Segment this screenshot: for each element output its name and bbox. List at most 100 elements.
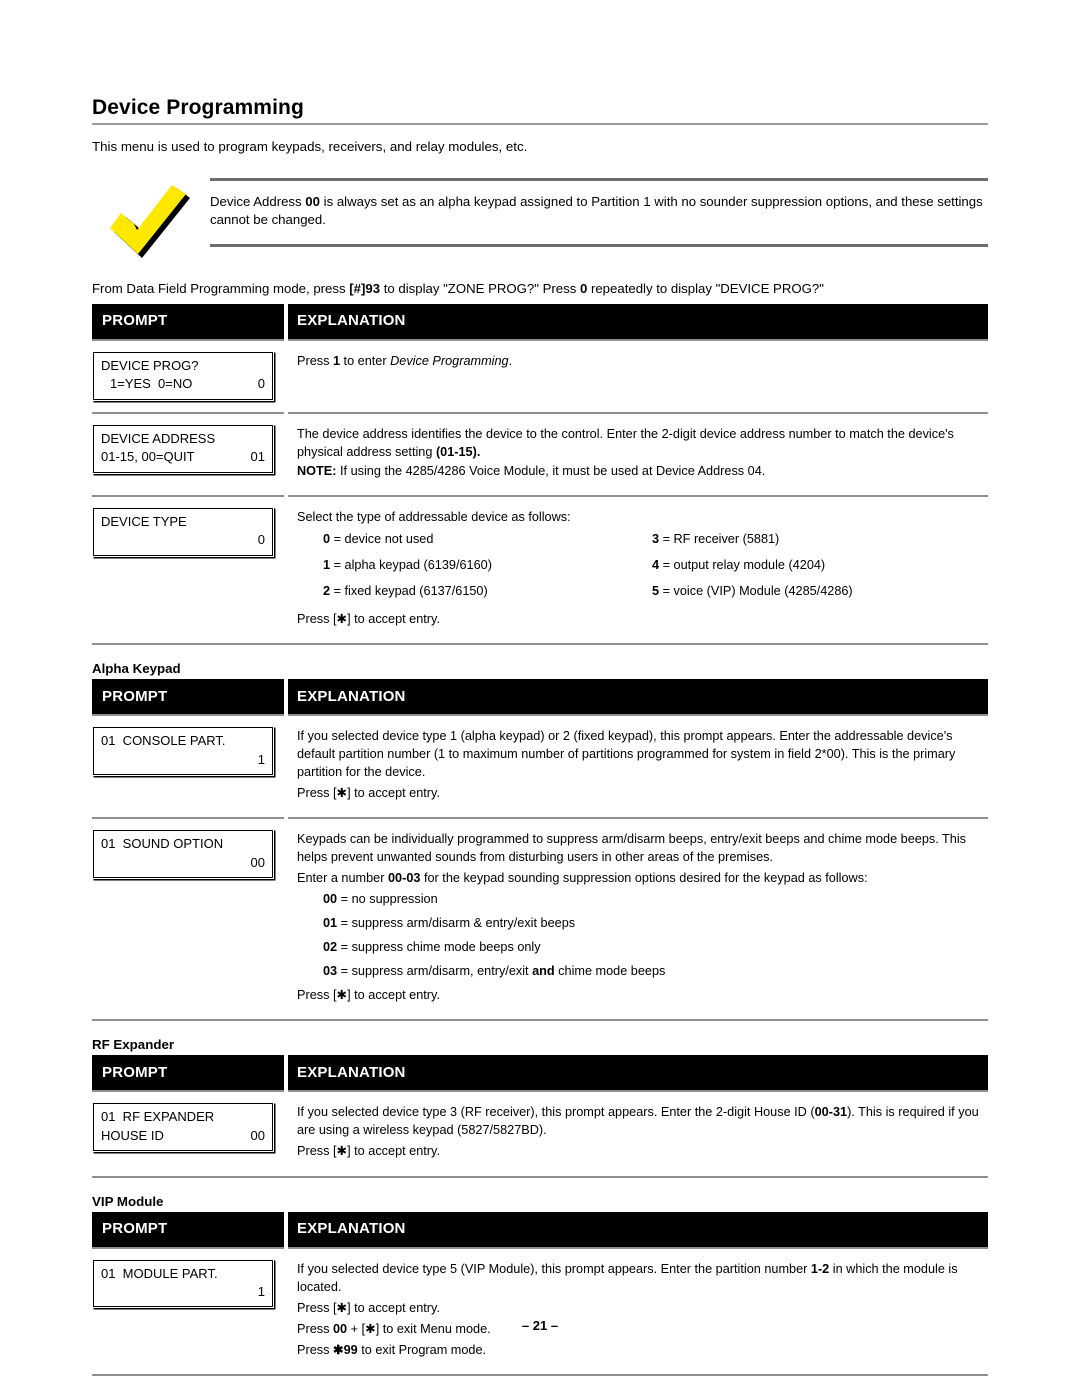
note-callout-body: Device Address 00 is always set as an al…: [210, 178, 988, 247]
lcd-text-left: HOUSE ID: [101, 1127, 164, 1143]
lcd-line: 1=YES 0=NO 0: [101, 375, 265, 393]
prompt-cell: 01 MODULE PART. 1: [92, 1246, 284, 1376]
lcd-text-left: 01 CONSOLE PART.: [101, 733, 226, 749]
explanation-cell: If you selected device type 3 (RF receiv…: [288, 1090, 988, 1178]
lcd-line: 00: [101, 854, 265, 872]
lcd-text-right: 00: [250, 1127, 265, 1143]
lcd-text-left: 1=YES 0=NO: [110, 376, 193, 392]
list-item: 00 = no suppression: [323, 892, 438, 907]
explanation-cell: If you selected device type 5 (VIP Modul…: [288, 1246, 988, 1376]
column-header-explanation: EXPLANATION: [288, 1211, 988, 1248]
lead-in-line: From Data Field Programming mode, press …: [92, 281, 824, 297]
lcd-line: 01-15, 00=QUIT 01: [101, 448, 265, 466]
lcd-prompt-box: DEVICE PROG? 1=YES 0=NO 0: [93, 351, 273, 400]
column-header-prompt: PROMPT: [92, 1211, 284, 1248]
list-item: 1 = alpha keypad (6139/6160): [323, 557, 492, 572]
page-title: Device Programming: [92, 0, 988, 126]
list-item: 03 = suppress arm/disarm, entry/exit and…: [323, 964, 666, 979]
column-header-prompt: PROMPT: [92, 679, 284, 716]
explanation-paragraph: If you selected device type 3 (RF receiv…: [297, 1105, 979, 1138]
column-header-prompt: PROMPT: [92, 1055, 284, 1092]
explanation-cell: Keypads can be individually programmed t…: [288, 817, 988, 1022]
table-row: DEVICE TYPE 0 Select the type of address…: [92, 494, 988, 646]
lcd-prompt-box: 01 MODULE PART. 1: [93, 1259, 273, 1308]
table-row: DEVICE ADDRESS 01-15, 00=QUIT 01 The devi…: [92, 411, 988, 496]
lcd-text-right: 1: [257, 751, 265, 767]
column-header-explanation: EXPLANATION: [288, 1055, 988, 1092]
lcd-text-left: 01 MODULE PART.: [101, 1265, 218, 1281]
prompt-cell: DEVICE ADDRESS 01-15, 00=QUIT 01: [92, 411, 284, 496]
lcd-text-left: DEVICE PROG?: [101, 357, 199, 373]
device-type-options: 0 = device not used 1 = alpha keypad (61…: [297, 530, 987, 608]
lcd-text-left: 01 RF EXPANDER: [101, 1109, 215, 1125]
vip-module-table: PROMPT EXPLANATION 01 MODULE PART. 1 If …: [92, 1211, 988, 1376]
table-row: 01 RF EXPANDER HOUSE ID 00 If you selecte…: [92, 1090, 988, 1178]
explanation-cell: If you selected device type 1 (alpha key…: [288, 714, 988, 819]
table-row: 01 MODULE PART. 1 If you selected device…: [92, 1246, 988, 1376]
lcd-text-left: 01 SOUND OPTION: [101, 836, 224, 852]
lcd-text-left: DEVICE TYPE: [101, 513, 187, 529]
lcd-line: DEVICE TYPE: [101, 513, 265, 531]
explanation-cell: Select the type of addressable device as…: [288, 494, 988, 646]
lcd-text-left: 01-15, 00=QUIT: [101, 449, 195, 465]
lcd-text-right: 0: [257, 376, 265, 392]
lcd-line: 0: [101, 531, 265, 549]
device-prog-table: PROMPT EXPLANATION DEVICE PROG? 1=YES 0=…: [92, 303, 988, 646]
lcd-line: 01 SOUND OPTION: [101, 835, 265, 853]
explanation-paragraph: Enter a number 00-03 for the keypad soun…: [297, 871, 868, 886]
checkmark-icon: [92, 178, 210, 262]
device-type-options-left: 0 = device not used 1 = alpha keypad (61…: [297, 530, 642, 608]
explanation-paragraph: Keypads can be individually programmed t…: [297, 832, 967, 865]
explanation-paragraph: Press 1 to enter Device Programming.: [297, 353, 513, 368]
rf-expander-table: PROMPT EXPLANATION 01 RF EXPANDER HOUSE …: [92, 1055, 988, 1178]
lcd-text-right: 01: [250, 449, 265, 465]
accept-entry-instruction: Press [✱] to accept entry.: [297, 1300, 440, 1315]
note-callout: Device Address 00 is always set as an al…: [92, 178, 988, 262]
accept-entry-instruction: Press [✱] to accept entry.: [297, 988, 440, 1003]
lcd-line: 1: [101, 1283, 265, 1301]
prompt-cell: 01 CONSOLE PART. 1: [92, 714, 284, 819]
explanation-paragraph: If you selected device type 5 (VIP Modul…: [297, 1261, 958, 1294]
lcd-prompt-box: DEVICE TYPE 0: [93, 507, 273, 556]
explanation-paragraph: The device address identifies the device…: [297, 426, 954, 459]
table-header-row: PROMPT EXPLANATION: [92, 679, 988, 716]
lcd-line: DEVICE PROG?: [101, 357, 265, 375]
column-header-prompt: PROMPT: [92, 303, 284, 340]
section-label-alpha-keypad: Alpha Keypad: [92, 661, 181, 677]
list-item: 4 = output relay module (4204): [652, 557, 826, 572]
lcd-line: 01 RF EXPANDER: [101, 1108, 265, 1126]
sound-option-list: 00 = no suppression 01 = suppress arm/di…: [297, 890, 987, 980]
explanation-cell: Press 1 to enter Device Programming.: [288, 338, 988, 413]
lcd-text-right: 1: [257, 1283, 265, 1299]
lcd-prompt-box: 01 CONSOLE PART. 1: [93, 727, 273, 775]
explanation-paragraph: If you selected device type 1 (alpha key…: [297, 729, 956, 780]
section-label-rf-expander: RF Expander: [92, 1037, 175, 1053]
table-header-row: PROMPT EXPLANATION: [92, 1055, 988, 1092]
list-item: 02 = suppress chime mode beeps only: [323, 940, 541, 955]
note-callout-text: Device Address 00 is always set as an al…: [210, 194, 983, 228]
table-header-row: PROMPT EXPLANATION: [92, 303, 988, 340]
alpha-keypad-table: PROMPT EXPLANATION 01 CONSOLE PART. 1 If…: [92, 679, 988, 1022]
lcd-text-left: DEVICE ADDRESS: [101, 430, 216, 446]
lcd-line: 01 MODULE PART.: [101, 1265, 265, 1283]
list-item: 2 = fixed keypad (6137/6150): [323, 583, 488, 598]
prompt-cell: 01 RF EXPANDER HOUSE ID 00: [92, 1090, 284, 1178]
device-type-options-right: 3 = RF receiver (5881) 4 = output relay …: [642, 530, 987, 608]
intro-paragraph: This menu is used to program keypads, re…: [92, 139, 528, 155]
lcd-line: HOUSE ID 00: [101, 1127, 265, 1145]
prompt-cell: DEVICE PROG? 1=YES 0=NO 0: [92, 338, 284, 413]
lcd-line: 1: [101, 751, 265, 769]
explanation-cell: The device address identifies the device…: [288, 411, 988, 496]
page-number: – 21 –: [521, 1318, 559, 1333]
column-header-explanation: EXPLANATION: [288, 303, 988, 340]
list-item: 01 = suppress arm/disarm & entry/exit be…: [323, 916, 576, 931]
document-page: Device Programming This menu is used to …: [92, 0, 988, 1397]
lcd-prompt-box: DEVICE ADDRESS 01-15, 00=QUIT 01: [93, 424, 273, 473]
list-item: 3 = RF receiver (5881): [652, 531, 780, 546]
lcd-text-right: 00: [250, 854, 265, 870]
table-row: DEVICE PROG? 1=YES 0=NO 0 Press 1 to ente…: [92, 338, 988, 413]
accept-entry-instruction: Press [✱] to accept entry.: [297, 612, 440, 627]
table-row: 01 CONSOLE PART. 1 If you selected devic…: [92, 714, 988, 819]
table-header-row: PROMPT EXPLANATION: [92, 1211, 988, 1248]
section-label-vip-module: VIP Module: [92, 1193, 164, 1209]
